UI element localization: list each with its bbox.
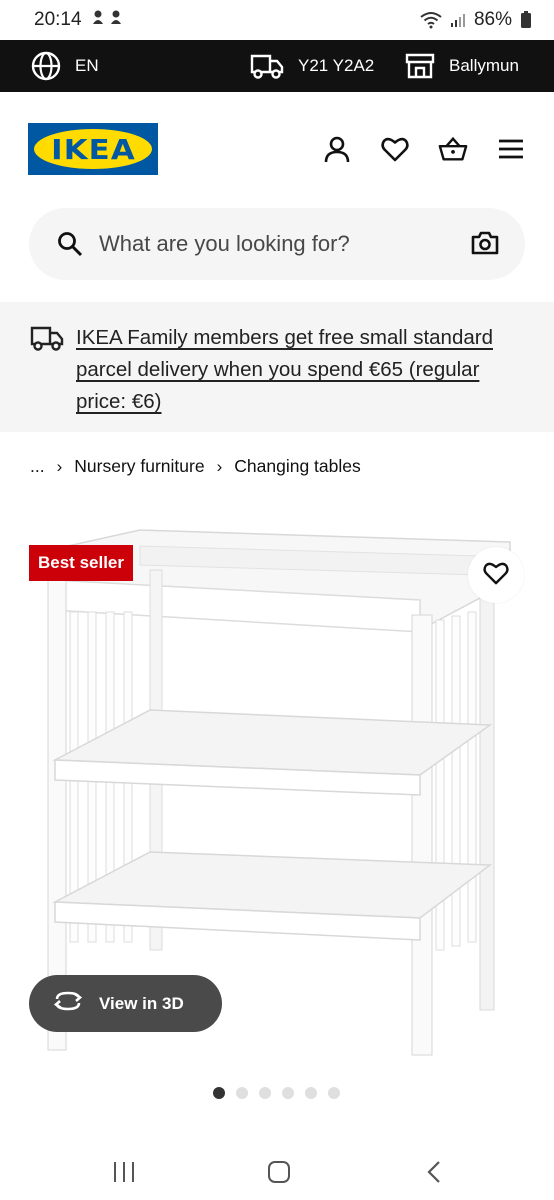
search-bar[interactable] xyxy=(29,208,525,280)
carousel-indicator xyxy=(213,1087,340,1099)
language-selector[interactable]: EN xyxy=(31,40,99,92)
postcode-label: Y21 Y2A2 xyxy=(298,56,375,75)
status-bar: 20:14 86% xyxy=(0,0,554,40)
product-image-gallery[interactable]: Best seller View in 3D xyxy=(0,520,554,1080)
family-delivery-banner: IKEA Family members get free small stand… xyxy=(0,302,554,432)
breadcrumb-changing-tables[interactable]: Changing tables xyxy=(234,456,360,477)
delivery-truck-icon xyxy=(30,324,64,432)
wifi-icon xyxy=(420,11,442,29)
carousel-dot[interactable] xyxy=(259,1087,271,1099)
carousel-dot[interactable] xyxy=(213,1087,225,1099)
site-header: IKEA xyxy=(0,92,554,204)
language-label: EN xyxy=(75,56,99,75)
logo-oval: IKEA xyxy=(34,129,152,169)
camera-search-icon[interactable] xyxy=(471,230,499,258)
carousel-dot[interactable] xyxy=(236,1087,248,1099)
store-label: Ballymun xyxy=(449,56,519,75)
chevron-right-icon: › xyxy=(56,456,63,476)
back-icon[interactable] xyxy=(414,1152,454,1192)
carousel-dot[interactable] xyxy=(305,1087,317,1099)
add-to-favourites-button[interactable] xyxy=(468,547,524,603)
carousel-dot[interactable] xyxy=(282,1087,294,1099)
breadcrumb-nursery-furniture[interactable]: Nursery furniture xyxy=(74,456,204,477)
battery-icon xyxy=(520,11,532,29)
view-in-3d-button[interactable]: View in 3D xyxy=(29,975,222,1032)
breadcrumb: ... › Nursery furniture › Changing table… xyxy=(30,456,361,477)
search-icon xyxy=(57,231,83,257)
rotate-3d-icon xyxy=(53,990,83,1017)
family-delivery-link[interactable]: IKEA Family members get free small stand… xyxy=(76,322,524,432)
heart-icon xyxy=(483,561,509,590)
shopping-basket-icon[interactable] xyxy=(438,134,468,164)
view-in-3d-label: View in 3D xyxy=(99,993,184,1013)
home-icon[interactable] xyxy=(259,1152,299,1192)
user-icon[interactable] xyxy=(322,134,352,164)
menu-icon[interactable] xyxy=(496,134,526,164)
status-time: 20:14 xyxy=(34,9,82,30)
notification-icon xyxy=(90,8,126,32)
store-selector[interactable]: Ballymun xyxy=(405,40,519,92)
globe-icon xyxy=(31,51,61,81)
system-navigation-bar xyxy=(0,1140,554,1200)
top-info-bar: EN Y21 Y2A2 Ballymun xyxy=(0,40,554,92)
ikea-logo[interactable]: IKEA xyxy=(28,123,158,175)
store-icon xyxy=(405,52,435,80)
truck-icon xyxy=(250,52,284,80)
breadcrumb-ellipsis[interactable]: ... xyxy=(30,456,45,477)
recent-apps-icon[interactable] xyxy=(104,1152,144,1192)
logo-text: IKEA xyxy=(50,132,136,166)
best-seller-badge: Best seller xyxy=(29,545,133,581)
signal-icon xyxy=(450,12,466,28)
search-input[interactable] xyxy=(99,231,471,257)
delivery-postcode[interactable]: Y21 Y2A2 xyxy=(250,40,374,92)
chevron-right-icon: › xyxy=(216,456,223,476)
heart-icon[interactable] xyxy=(380,134,410,164)
carousel-dot[interactable] xyxy=(328,1087,340,1099)
battery-percent: 86% xyxy=(473,9,512,30)
